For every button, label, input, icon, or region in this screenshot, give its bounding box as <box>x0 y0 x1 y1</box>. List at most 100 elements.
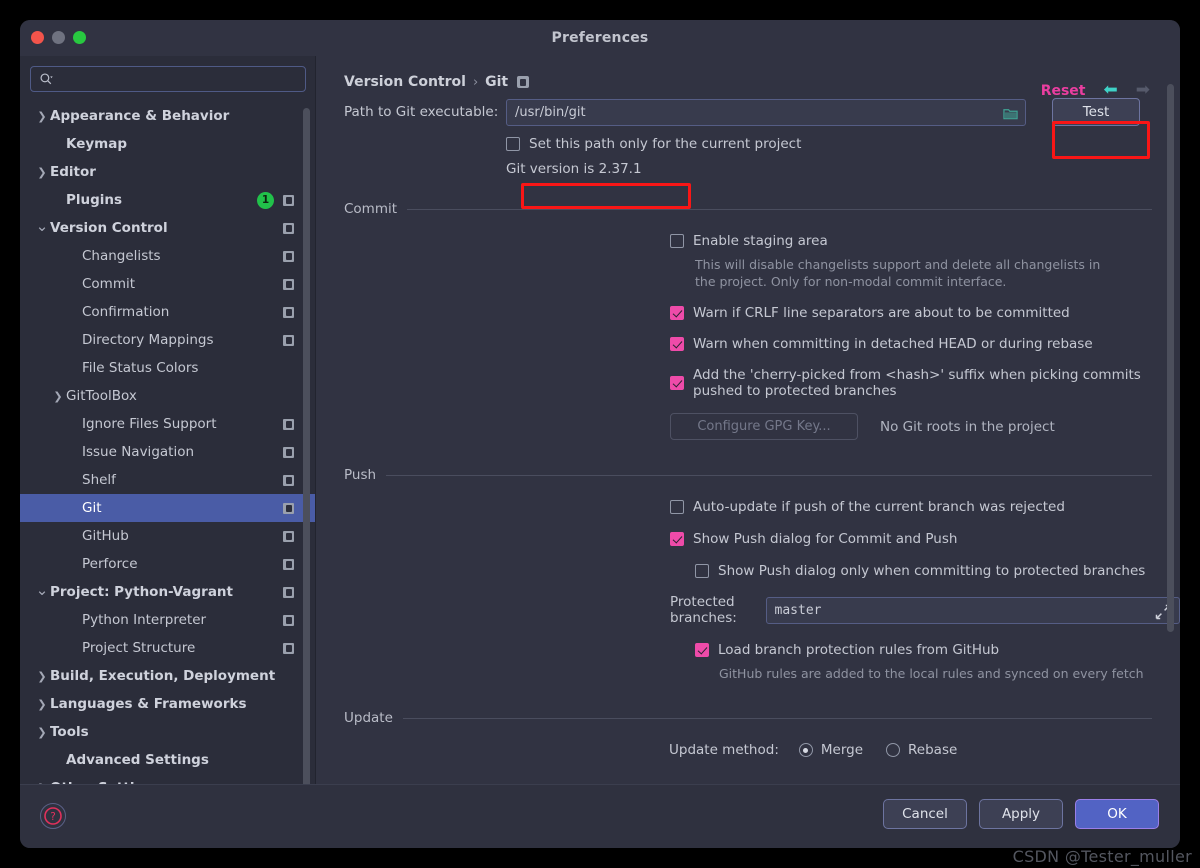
chevron-down-icon[interactable]: ⌄ <box>34 582 50 598</box>
sidebar-item-languages-frameworks[interactable]: ❯ Languages & Frameworks <box>20 690 316 718</box>
reset-link[interactable]: Reset <box>1041 83 1086 99</box>
breadcrumb-separator: › <box>472 74 479 90</box>
auto-update-checkbox[interactable] <box>670 500 684 514</box>
update-group-line <box>402 717 1152 719</box>
sidebar-item-editor[interactable]: ❯ Editor <box>20 158 316 186</box>
sidebar-item-keymap[interactable]: Keymap <box>20 130 316 158</box>
sidebar-item-shelf[interactable]: Shelf <box>20 466 316 494</box>
staging-hint-line-2: the project. Only for non-modal commit i… <box>695 274 1007 289</box>
project-scope-icon <box>517 76 530 88</box>
main-scrollbar[interactable] <box>1167 84 1174 632</box>
sidebar-item-gittoolbox[interactable]: ❯ GitToolBox <box>20 382 316 410</box>
back-arrow-icon[interactable]: ⬅ <box>1104 82 1118 99</box>
cherry-pick-row: Add the 'cherry-picked from <hash>' suff… <box>316 367 1180 399</box>
folder-icon[interactable] <box>1003 106 1018 125</box>
sidebar-item-changelists[interactable]: Changelists <box>20 242 316 270</box>
breadcrumb-root[interactable]: Version Control <box>344 74 466 90</box>
sidebar-item-file-status-colors[interactable]: File Status Colors <box>20 354 316 382</box>
project-scope-icon <box>283 558 294 570</box>
sidebar-item-github[interactable]: GitHub <box>20 522 316 550</box>
chevron-right-icon[interactable]: ❯ <box>34 167 50 178</box>
project-scope-icon <box>283 418 294 430</box>
update-group-title: Update <box>344 710 393 726</box>
chevron-down-icon[interactable]: ⌄ <box>34 218 50 234</box>
sidebar-item-plugins[interactable]: Plugins 1 <box>20 186 316 214</box>
chevron-right-icon[interactable]: ❯ <box>34 111 50 122</box>
chevron-right-icon[interactable]: ❯ <box>34 671 50 682</box>
git-path-row: Path to Git executable: /usr/bin/git Tes… <box>316 98 1180 126</box>
sidebar-item-version-control[interactable]: ⌄ Version Control <box>20 214 316 242</box>
update-method-rebase-radio[interactable] <box>886 743 901 757</box>
sidebar-item-advanced-settings[interactable]: Advanced Settings <box>20 746 316 774</box>
project-scope-icon <box>283 614 294 626</box>
search-box[interactable] <box>30 66 306 92</box>
git-path-input[interactable]: /usr/bin/git <box>506 98 1026 126</box>
chevron-right-icon[interactable]: ❯ <box>34 699 50 710</box>
forward-arrow-icon: ➡ <box>1135 80 1150 100</box>
sidebar-item-confirmation[interactable]: Confirmation <box>20 298 316 326</box>
set-path-checkbox[interactable] <box>506 137 520 151</box>
sidebar-item-ignore-files-support[interactable]: Ignore Files Support <box>20 410 316 438</box>
title-bar: Preferences <box>20 20 1180 56</box>
settings-tree[interactable]: ❯ Appearance & Behavior Keymap ❯ Editor Plu… <box>20 102 316 804</box>
gpg-note: No Git roots in the project <box>880 418 1055 435</box>
configure-gpg-key-button: Configure GPG Key... <box>670 413 858 440</box>
staging-hint-line-1: This will disable changelists support an… <box>695 257 1101 272</box>
load-rules-row: Load branch protection rules from GitHub <box>316 642 1180 658</box>
sidebar-item-label: Perforce <box>82 556 138 572</box>
sidebar-scrollbar[interactable] <box>303 108 310 796</box>
chevron-right-icon[interactable]: ❯ <box>34 727 50 738</box>
ok-button[interactable]: OK <box>1075 799 1159 829</box>
chevron-right-icon[interactable]: ❯ <box>50 391 66 402</box>
sidebar-item-project-structure[interactable]: Project Structure <box>20 634 316 662</box>
preferences-window: Preferences ❯Appearance & Behavior Keym <box>20 20 1180 848</box>
warn-crlf-checkbox[interactable] <box>670 306 684 320</box>
warn-detached-checkbox[interactable] <box>670 337 684 351</box>
set-path-row: Set this path only for the current proje… <box>316 136 1180 152</box>
sidebar-item-appearance-behavior[interactable]: ❯ Appearance & Behavior <box>20 102 316 130</box>
show-push-protected-checkbox[interactable] <box>695 564 709 578</box>
search-input[interactable] <box>54 67 305 91</box>
project-scope-icon <box>283 474 294 486</box>
sidebar-item-tools[interactable]: ❯ Tools <box>20 718 316 746</box>
show-push-dialog-checkbox[interactable] <box>670 532 684 546</box>
load-rules-checkbox[interactable] <box>695 643 709 657</box>
protected-branches-label: Protected branches: <box>670 594 737 626</box>
project-scope-icon <box>283 530 294 542</box>
sidebar-item-python-interpreter[interactable]: Python Interpreter <box>20 606 316 634</box>
show-push-dialog-label: Show Push dialog for Commit and Push <box>693 531 958 547</box>
sidebar-item-perforce[interactable]: Perforce <box>20 550 316 578</box>
sidebar-item-project-python-vagrant[interactable]: ⌄ Project: Python-Vagrant <box>20 578 316 606</box>
enable-staging-checkbox[interactable] <box>670 234 684 248</box>
sidebar-item-label: Editor <box>50 164 96 180</box>
sidebar-item-label: File Status Colors <box>82 360 199 376</box>
push-group-line <box>386 474 1152 476</box>
help-button[interactable]: ? <box>40 803 66 829</box>
sidebar-item-commit[interactable]: Commit <box>20 270 316 298</box>
window-title: Preferences <box>551 30 649 46</box>
minimize-button[interactable] <box>52 31 65 44</box>
sidebar-item-build-execution-deployment[interactable]: ❯ Build, Execution, Deployment <box>20 662 316 690</box>
dialog-footer: ? Cancel Apply OK <box>20 784 1180 848</box>
sidebar-item-issue-navigation[interactable]: Issue Navigation <box>20 438 316 466</box>
protected-branches-input[interactable]: master <box>765 596 1180 624</box>
sidebar-item-directory-mappings[interactable]: Directory Mappings <box>20 326 316 354</box>
settings-sidebar: ❯ Appearance & Behavior Keymap ❯ Editor Plu… <box>20 56 316 804</box>
zoom-button[interactable] <box>73 31 86 44</box>
apply-button[interactable]: Apply <box>979 799 1063 829</box>
cherry-pick-checkbox[interactable] <box>670 376 684 390</box>
sidebar-item-git[interactable]: Git <box>20 494 316 522</box>
project-scope-icon <box>283 334 294 346</box>
close-button[interactable] <box>31 31 44 44</box>
project-scope-icon <box>283 194 294 206</box>
cancel-button[interactable]: Cancel <box>883 799 967 829</box>
project-scope-icon <box>283 278 294 290</box>
settings-content: Path to Git executable: /usr/bin/git Tes… <box>316 98 1180 758</box>
project-scope-icon <box>283 586 294 598</box>
test-button[interactable]: Test <box>1052 98 1140 126</box>
sidebar-item-label: Project Structure <box>82 640 196 656</box>
update-method-merge-radio[interactable] <box>798 743 813 757</box>
